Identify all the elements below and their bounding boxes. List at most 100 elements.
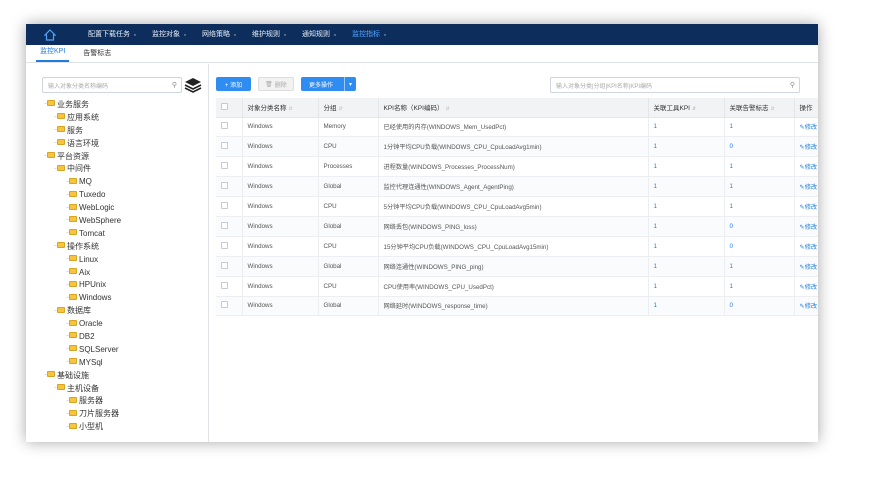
tree-node[interactable]: ·· 基础设施 bbox=[40, 369, 208, 382]
col-header-alarm-flag[interactable]: 关联告警标志 ⇵ bbox=[724, 98, 795, 118]
sort-icon[interactable]: ⇵ bbox=[771, 106, 775, 112]
tree-node[interactable]: ·· HPUnix bbox=[40, 278, 208, 291]
row-checkbox[interactable] bbox=[216, 216, 243, 237]
tree-connector: ·· bbox=[66, 359, 69, 366]
home-button[interactable] bbox=[26, 24, 74, 45]
row-checkbox[interactable] bbox=[216, 236, 243, 257]
tree-node[interactable]: ·· SQLServer bbox=[40, 343, 208, 356]
cell-alarm-flag-text: 1 bbox=[729, 123, 733, 131]
tree-node[interactable]: ·· Oracle bbox=[40, 317, 208, 330]
edit-link[interactable]: ✎修改 bbox=[794, 117, 818, 138]
tree-node[interactable]: ·· 操作系统 bbox=[40, 240, 208, 253]
select-all-checkbox[interactable] bbox=[216, 98, 243, 118]
nav-item[interactable]: 通知规则 * bbox=[288, 24, 338, 45]
tree-node[interactable]: ·· Tuxedo bbox=[40, 188, 208, 201]
table-row[interactable]: Windows Global 网络连通性(WINDOWS_PING_ping) 1 1 ✎… bbox=[216, 256, 818, 277]
col-header-tool-kpi[interactable]: 关联工具KPI ⇵ bbox=[648, 98, 725, 118]
tree-node[interactable]: ·· MYSql bbox=[40, 356, 208, 369]
cell-tool-kpi: 1 bbox=[648, 256, 725, 277]
nav-item-label: 网络策略 bbox=[202, 31, 230, 38]
row-checkbox[interactable] bbox=[216, 256, 243, 277]
tree-node[interactable]: ·· 刀片服务器 bbox=[40, 407, 208, 420]
search-icon[interactable]: ⚲ bbox=[790, 81, 795, 89]
cell-group-text: CPU bbox=[323, 242, 337, 250]
tree-node[interactable]: ·· Linux bbox=[40, 253, 208, 266]
chevron-down-icon[interactable]: ▾ bbox=[344, 77, 356, 91]
tree-node[interactable]: ·· WebLogic bbox=[40, 201, 208, 214]
nav-item[interactable]: 配置下载任务 * bbox=[74, 24, 138, 45]
row-checkbox[interactable] bbox=[216, 117, 243, 138]
edit-link[interactable]: ✎修改 bbox=[794, 256, 818, 277]
tree-node[interactable]: ·· 小型机 bbox=[40, 420, 208, 433]
sub-tab[interactable]: 监控KPI bbox=[36, 46, 70, 62]
tree-node[interactable]: ·· Aix bbox=[40, 266, 208, 279]
nav-item[interactable]: 网络策略 * bbox=[188, 24, 238, 45]
tree-node[interactable]: ·· 数据库 bbox=[40, 304, 208, 317]
row-checkbox[interactable] bbox=[216, 196, 243, 217]
row-checkbox[interactable] bbox=[216, 156, 243, 178]
tree-node[interactable]: ·· DB2 bbox=[40, 330, 208, 343]
tree-node[interactable]: ·· 业务服务 bbox=[40, 98, 208, 111]
tree-node[interactable]: ·· MQ bbox=[40, 175, 208, 188]
tree-node[interactable]: ·· 平台资源 bbox=[40, 150, 208, 163]
tree-node[interactable]: ·· Windows bbox=[40, 291, 208, 304]
table-row[interactable]: Windows CPU 15分钟平均CPU负载(WINDOWS_CPU_CpuLoa… bbox=[216, 236, 818, 257]
tree-connector: ·· bbox=[44, 372, 47, 379]
table-row[interactable]: Windows CPU 1分钟平均CPU负载(WINDOWS_CPU_CpuLoad… bbox=[216, 136, 818, 158]
nav-item[interactable]: 监控对象 * bbox=[138, 24, 188, 45]
edit-link[interactable]: ✎修改 bbox=[794, 296, 818, 317]
col-header-kpi-name[interactable]: KPI名称（KPI编码） ⇵ bbox=[378, 98, 649, 118]
tree-node[interactable]: ·· WebSphere bbox=[40, 214, 208, 227]
cell-tool-kpi: 1 bbox=[648, 216, 725, 237]
more-actions-button[interactable]: 更多操作 ▾ bbox=[301, 77, 356, 91]
tree-node[interactable]: ·· 主机设备 bbox=[40, 382, 208, 395]
tree-node[interactable]: ·· 应用系统 bbox=[40, 111, 208, 124]
table-row[interactable]: Windows Processes 进程数量(WINDOWS_Processes_P… bbox=[216, 156, 818, 178]
tree-connector: ·· bbox=[66, 346, 69, 353]
edit-link[interactable]: ✎修改 bbox=[794, 216, 818, 237]
tree-node[interactable]: ·· 服务器 bbox=[40, 394, 208, 407]
folder-icon bbox=[69, 203, 77, 210]
sub-tab[interactable]: 告警标志 bbox=[79, 48, 115, 62]
table-row[interactable]: Windows Global 网络延时(WINDOWS_response_time)… bbox=[216, 296, 818, 317]
tree-node[interactable]: ·· Tomcat bbox=[40, 227, 208, 240]
add-button[interactable]: + 添加 bbox=[216, 77, 251, 91]
table-row[interactable]: Windows Global 网络丢包(WINDOWS_PING_loss) 1 0 ✎修… bbox=[216, 216, 818, 237]
edit-link[interactable]: ✎修改 bbox=[794, 176, 818, 198]
kpi-search-input[interactable]: 输入对象分类|分组|KPI名称|KPI编码 ⚲ bbox=[550, 77, 800, 93]
col-header-group[interactable]: 分组 ⇵ bbox=[318, 98, 379, 118]
search-icon[interactable]: ⚲ bbox=[172, 81, 177, 89]
table-row[interactable]: Windows CPU CPU使用率(WINDOWS_CPU_UsedPct) 1 1 ✎… bbox=[216, 276, 818, 297]
cell-kpi-name-text: 5分钟平均CPU负载(WINDOWS_CPU_CpuLoadAvg5min) bbox=[383, 204, 542, 211]
tree-node[interactable]: ·· 中间件 bbox=[40, 162, 208, 175]
table-row[interactable]: Windows Memory 已经使用的内存(WINDOWS_Mem_UsedPct… bbox=[216, 117, 818, 138]
layers-icon[interactable] bbox=[184, 76, 202, 94]
cell-tool-kpi: 1 bbox=[648, 276, 725, 297]
sort-icon[interactable]: ⇵ bbox=[289, 106, 293, 112]
row-checkbox[interactable] bbox=[216, 296, 243, 317]
row-checkbox[interactable] bbox=[216, 176, 243, 198]
edit-link[interactable]: ✎修改 bbox=[794, 276, 818, 297]
row-checkbox[interactable] bbox=[216, 136, 243, 158]
col-header-category[interactable]: 对象分类名称 ⇵ bbox=[242, 98, 319, 118]
cell-alarm-flag: 1 bbox=[724, 276, 795, 297]
edit-link[interactable]: ✎修改 bbox=[794, 136, 818, 158]
category-search-input[interactable]: 输入对象分类名称编码 ⚲ bbox=[42, 77, 182, 93]
edit-link[interactable]: ✎修改 bbox=[794, 196, 818, 217]
nav-item[interactable]: 监控指标 * bbox=[338, 24, 388, 45]
row-checkbox[interactable] bbox=[216, 276, 243, 297]
edit-link[interactable]: ✎修改 bbox=[794, 156, 818, 178]
delete-button[interactable]: 🗑 删除 bbox=[258, 77, 294, 91]
table-row[interactable]: Windows Global 监控代理连通性(WINDOWS_Agent_Agent… bbox=[216, 176, 818, 198]
table-row[interactable]: Windows CPU 5分钟平均CPU负载(WINDOWS_CPU_CpuLoad… bbox=[216, 196, 818, 217]
cell-kpi-name: 15分钟平均CPU负载(WINDOWS_CPU_CpuLoadAvg15min) bbox=[378, 236, 649, 257]
nav-item[interactable]: 维护规则 * bbox=[238, 24, 288, 45]
folder-icon bbox=[69, 229, 77, 236]
tree-node[interactable]: ·· 服务 bbox=[40, 124, 208, 137]
sort-icon[interactable]: ⇵ bbox=[445, 106, 449, 112]
cell-tool-kpi-text: 1 bbox=[653, 282, 657, 290]
sort-icon[interactable]: ⇵ bbox=[692, 106, 696, 112]
edit-link[interactable]: ✎修改 bbox=[794, 236, 818, 257]
sort-icon[interactable]: ⇵ bbox=[339, 106, 343, 112]
tree-node[interactable]: ·· 语言环境 bbox=[40, 137, 208, 150]
